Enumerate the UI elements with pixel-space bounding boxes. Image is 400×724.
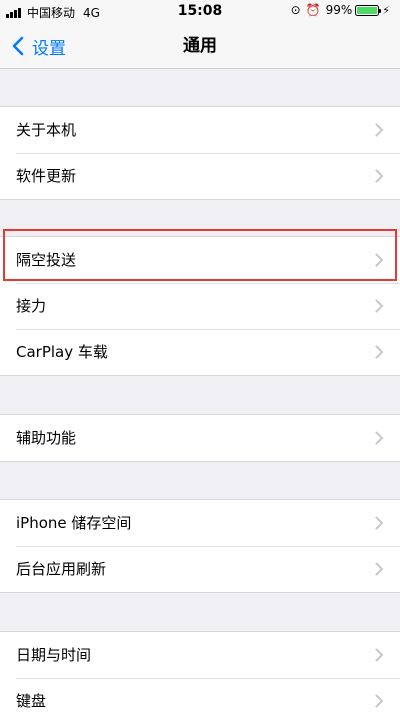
row-label: 接力 xyxy=(16,297,47,315)
settings-group-3: 辅助功能 xyxy=(0,414,400,462)
status-bar: 中国移动 4G 15:08 ⊙ ⏰ 99% ⚡ xyxy=(0,0,400,24)
row-label: 关于本机 xyxy=(16,121,77,139)
row-label: 后台应用刷新 xyxy=(16,560,107,578)
back-button[interactable]: 设置 xyxy=(8,24,66,68)
row-background-refresh[interactable]: 后台应用刷新 xyxy=(0,546,400,592)
chevron-right-icon xyxy=(375,694,384,708)
row-label: 隔空投送 xyxy=(16,251,77,269)
row-iphone-storage[interactable]: iPhone 储存空间 xyxy=(0,500,400,546)
battery-fill xyxy=(357,6,378,14)
row-label: 辅助功能 xyxy=(16,429,77,447)
alarm-icon: ⏰ xyxy=(305,3,321,17)
battery-percent: 99% xyxy=(325,3,353,17)
settings-group-1: 关于本机 软件更新 xyxy=(0,106,400,200)
chevron-right-icon xyxy=(375,253,384,267)
row-carplay[interactable]: CarPlay 车载 xyxy=(0,329,400,375)
row-label: 键盘 xyxy=(16,692,47,710)
row-about[interactable]: 关于本机 xyxy=(0,107,400,153)
row-label: iPhone 储存空间 xyxy=(16,514,132,532)
settings-group-4: iPhone 储存空间 后台应用刷新 xyxy=(0,499,400,593)
chevron-right-icon xyxy=(375,431,384,445)
row-date-time[interactable]: 日期与时间 xyxy=(0,632,400,678)
chevron-right-icon xyxy=(375,516,384,530)
status-right: ⊙ ⏰ 99% ⚡ xyxy=(291,3,390,17)
settings-group-5: 日期与时间 键盘 xyxy=(0,631,400,724)
settings-group-2: 隔空投送 接力 CarPlay 车载 xyxy=(0,236,400,376)
row-label: 软件更新 xyxy=(16,167,77,185)
charging-bolt-icon: ⚡ xyxy=(382,3,390,17)
row-label: CarPlay 车载 xyxy=(16,343,108,361)
chevron-right-icon xyxy=(375,123,384,137)
back-chevron-icon xyxy=(12,36,24,56)
row-keyboard[interactable]: 键盘 xyxy=(0,678,400,724)
row-software-update[interactable]: 软件更新 xyxy=(0,153,400,199)
chevron-right-icon xyxy=(375,345,384,359)
chevron-right-icon xyxy=(375,299,384,313)
chevron-right-icon xyxy=(375,562,384,576)
row-airdrop[interactable]: 隔空投送 xyxy=(0,237,400,283)
back-button-label: 设置 xyxy=(32,38,66,59)
navigation-bar: 设置 通用 xyxy=(0,24,400,69)
battery-icon xyxy=(355,4,382,16)
row-handoff[interactable]: 接力 xyxy=(0,283,400,329)
row-accessibility[interactable]: 辅助功能 xyxy=(0,415,400,461)
chevron-right-icon xyxy=(375,648,384,662)
rotation-lock-icon: ⊙ xyxy=(290,3,301,17)
row-label: 日期与时间 xyxy=(16,646,92,664)
chevron-right-icon xyxy=(375,169,384,183)
